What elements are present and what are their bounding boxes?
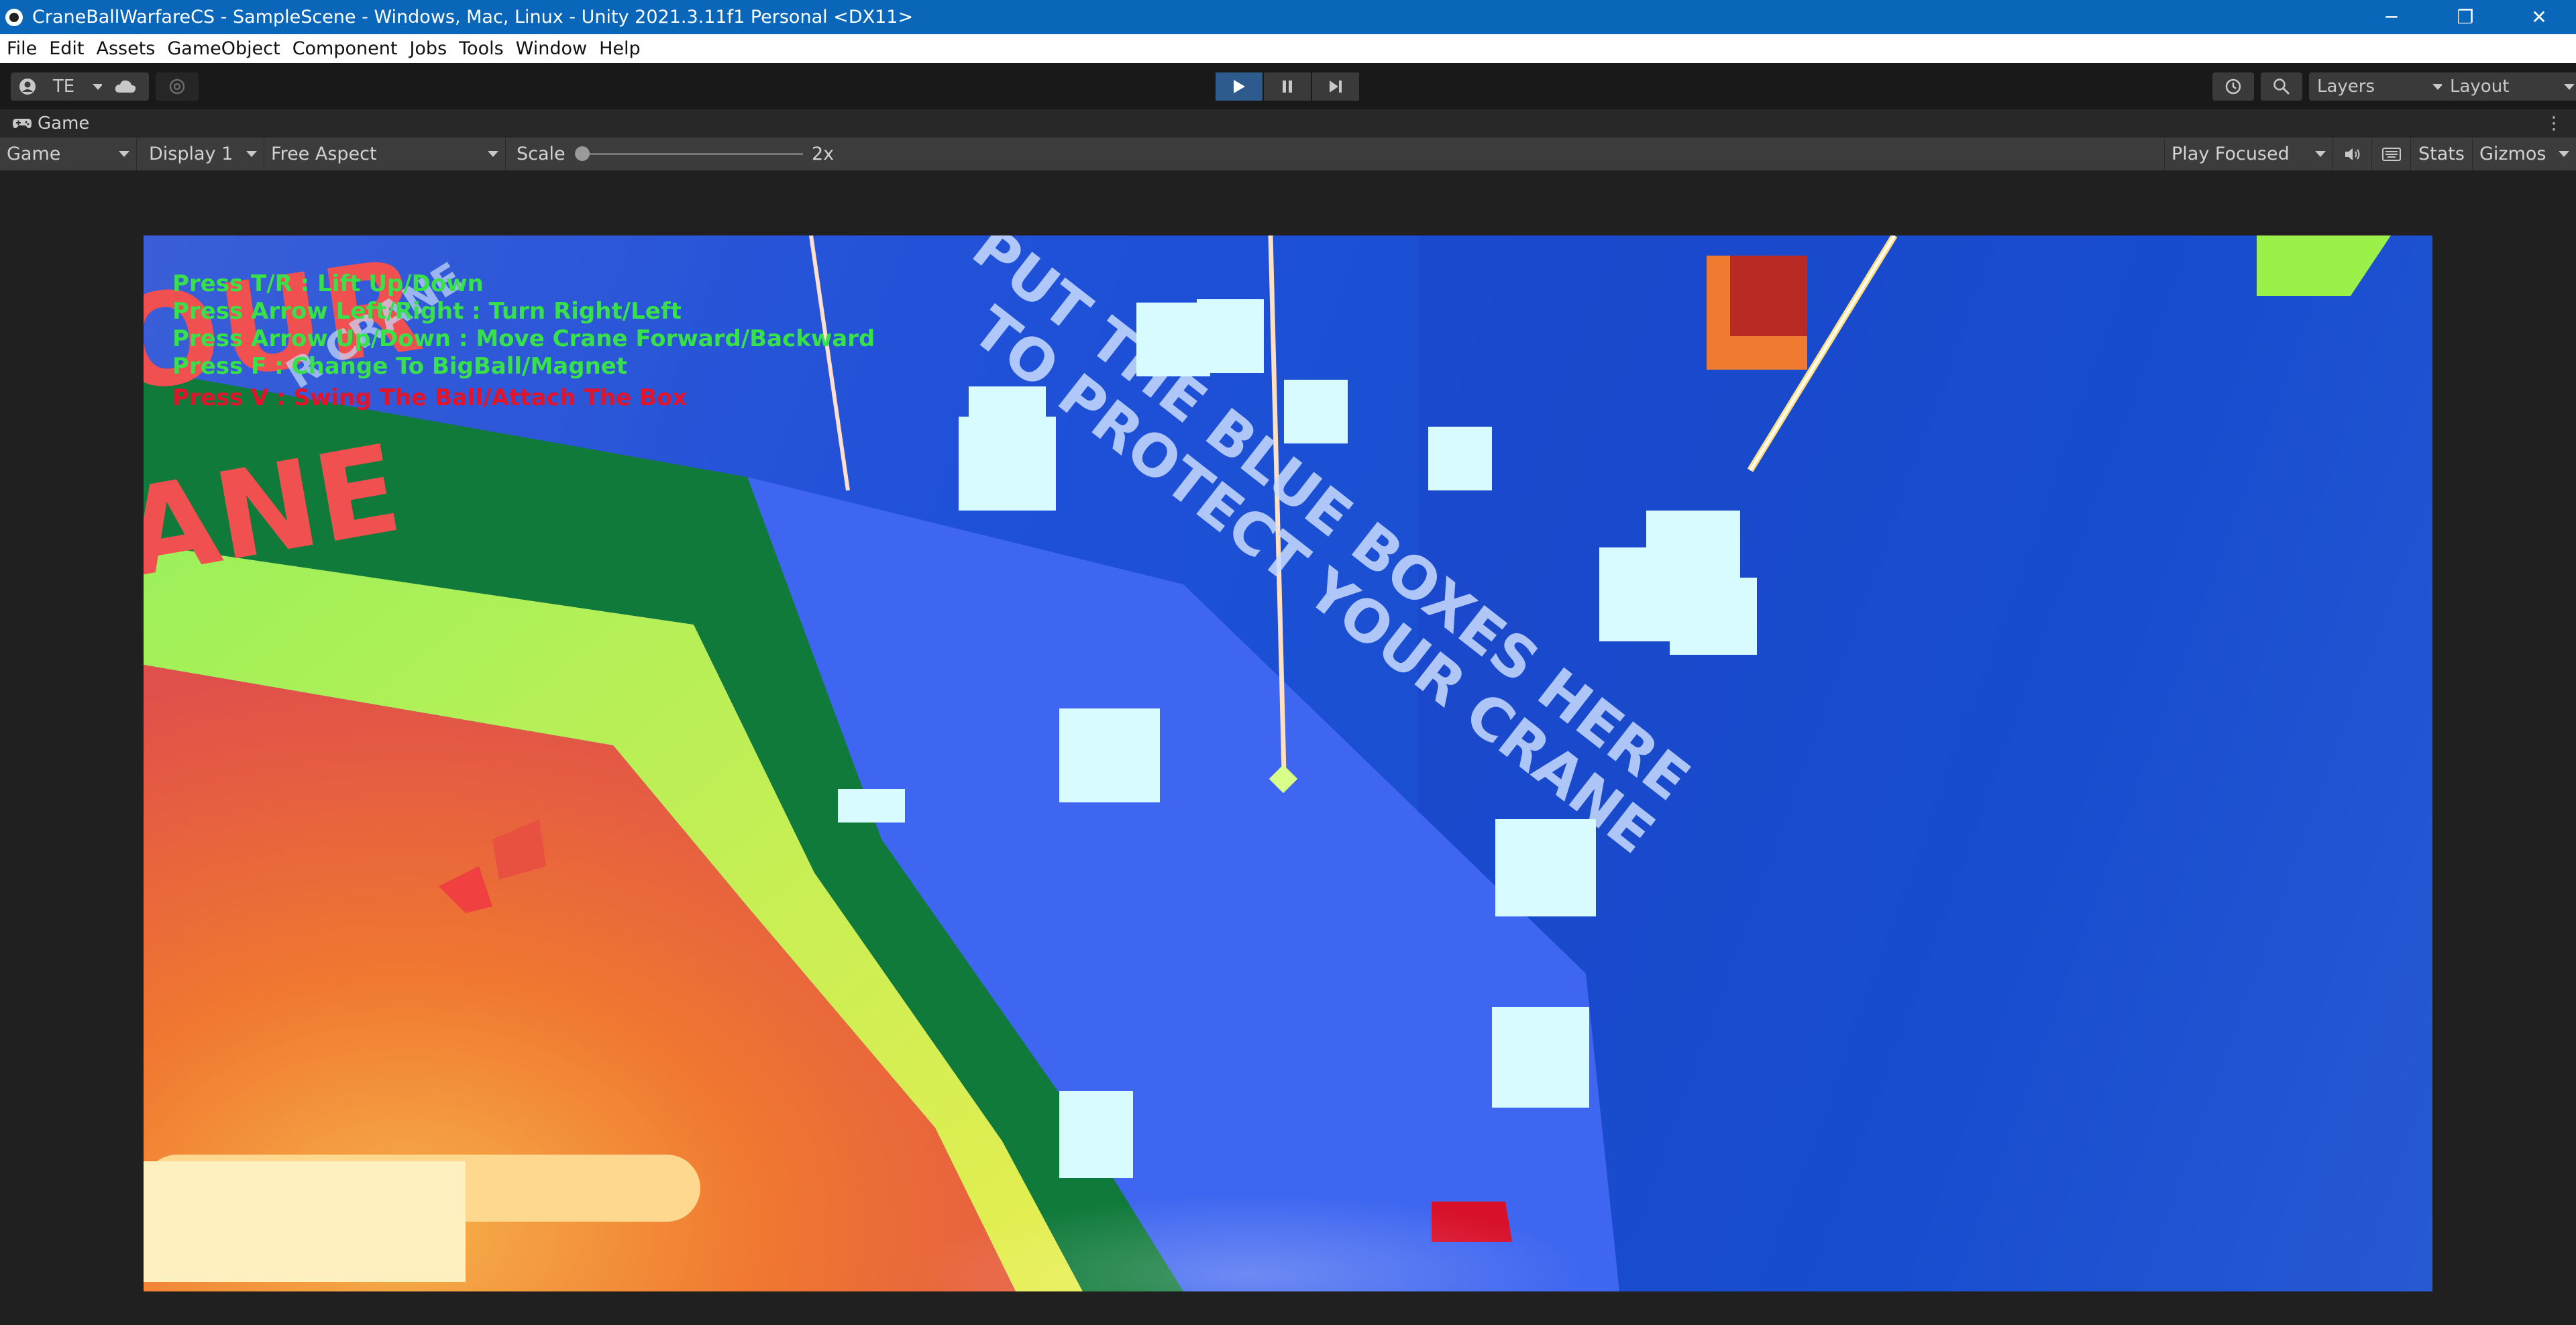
- gizmos-dropdown[interactable]: Gizmos: [2473, 138, 2576, 170]
- mute-audio-button[interactable]: [2333, 138, 2372, 170]
- window-controls: ─ ❐ ✕: [2355, 0, 2576, 34]
- chevron-down-icon: [2315, 151, 2326, 157]
- layers-dropdown[interactable]: Layers: [2309, 72, 2451, 101]
- layout-dropdown[interactable]: Layout: [2442, 72, 2576, 101]
- shortcuts-button[interactable]: [2372, 138, 2411, 170]
- box: [1495, 819, 1596, 916]
- history-icon: [2225, 78, 2241, 95]
- red-cube-face: [1730, 256, 1807, 336]
- search-button[interactable]: [2261, 72, 2302, 101]
- box: [1428, 427, 1492, 490]
- speaker-icon: [2345, 148, 2359, 160]
- menu-jobs[interactable]: Jobs: [409, 38, 447, 59]
- chevron-down-icon: [119, 151, 129, 157]
- window-title: CraneBallWarfareCS - SampleScene - Windo…: [32, 7, 914, 28]
- play-mode-select[interactable]: Play Focused: [2164, 138, 2333, 170]
- menu-component[interactable]: Component: [292, 38, 398, 59]
- step-icon: [1330, 81, 1342, 93]
- playback-controls: [1216, 72, 1359, 101]
- menu-help[interactable]: Help: [599, 38, 641, 59]
- box: [838, 789, 905, 823]
- more-options-icon[interactable]: ⋮: [2545, 113, 2563, 134]
- box: [959, 417, 1056, 511]
- step-button[interactable]: [1312, 72, 1359, 101]
- crane-cable: [809, 235, 850, 491]
- scale-label: Scale: [517, 144, 566, 164]
- play-button[interactable]: [1216, 72, 1263, 101]
- box: [1284, 380, 1348, 443]
- aspect-select-label: Free Aspect: [271, 144, 377, 164]
- stats-button[interactable]: Stats: [2411, 138, 2473, 170]
- box: [1059, 1091, 1133, 1178]
- hud-line: Press T/R : Lift Up/Down: [172, 270, 484, 297]
- gamepad-icon: [13, 119, 32, 129]
- hud-line: Press Arrow Up/Down : Move Crane Forward…: [172, 325, 875, 352]
- chevron-down-icon: [246, 151, 257, 157]
- box: [1670, 578, 1757, 655]
- menu-tools[interactable]: Tools: [459, 38, 504, 59]
- restore-button[interactable]: ❐: [2428, 0, 2502, 34]
- menu-bar: File Edit Assets GameObject Component Jo…: [0, 34, 2576, 63]
- chevron-down-icon: [488, 151, 498, 157]
- undo-history-button[interactable]: [2212, 72, 2254, 101]
- collab-button[interactable]: [156, 72, 199, 101]
- close-button[interactable]: ✕: [2502, 0, 2576, 34]
- scale-slider-handle[interactable]: [575, 146, 590, 161]
- account-dropdown[interactable]: TE: [11, 72, 111, 101]
- window-title-bar: CraneBallWarfareCS - SampleScene - Windo…: [0, 0, 2576, 34]
- game-viewport[interactable]: PUT THE BLUE BOXES HERE TO PROTECT YOUR …: [144, 235, 2432, 1291]
- aspect-select[interactable]: Free Aspect: [264, 138, 506, 170]
- unity-logo-icon: [5, 8, 23, 26]
- menu-assets[interactable]: Assets: [96, 38, 155, 59]
- scale-slider-track[interactable]: [582, 153, 803, 155]
- stats-label: Stats: [2418, 144, 2465, 164]
- menu-edit[interactable]: Edit: [49, 38, 84, 59]
- scale-value: 2x: [812, 144, 835, 164]
- display-select-label: Display 1: [149, 144, 233, 164]
- play-icon: [1234, 80, 1245, 93]
- view-select[interactable]: Game: [0, 138, 137, 170]
- box: [1492, 1007, 1589, 1108]
- menu-gameobject[interactable]: GameObject: [167, 38, 280, 59]
- chevron-down-icon: [2564, 83, 2575, 90]
- chevron-down-icon: [2559, 151, 2569, 157]
- keyboard-icon: [2381, 147, 2401, 161]
- main-toolbar: TE Layers Layout: [0, 63, 2576, 109]
- crane-base: [144, 1161, 466, 1282]
- play-mode-label: Play Focused: [2171, 144, 2290, 164]
- hud-line: Press V : Swing The Ball/Attach The Box: [172, 384, 687, 411]
- box: [1197, 299, 1264, 373]
- tab-bar: Game ⋮: [0, 109, 2576, 138]
- game-view-toolbar: Game Display 1 Free Aspect Scale 2x Play…: [0, 138, 2576, 170]
- layers-label: Layers: [2317, 76, 2375, 97]
- collab-icon: [169, 78, 185, 95]
- pause-icon: [1283, 81, 1292, 93]
- layout-label: Layout: [2450, 76, 2510, 97]
- account-icon: [19, 78, 36, 95]
- display-select[interactable]: Display 1: [142, 138, 264, 170]
- menu-window[interactable]: Window: [516, 38, 587, 59]
- cloud-button[interactable]: [102, 72, 149, 101]
- tab-game[interactable]: Game: [12, 113, 89, 134]
- gizmos-label: Gizmos: [2479, 144, 2546, 164]
- hud-line: Press F : Change To BigBall/Magnet: [172, 353, 628, 380]
- search-icon: [2273, 78, 2290, 95]
- menu-file[interactable]: File: [7, 38, 37, 59]
- box: [1059, 708, 1160, 802]
- cloud-icon: [115, 80, 136, 93]
- hud-line: Press Arrow Left/Right : Turn Right/Left: [172, 298, 682, 325]
- account-label: TE: [52, 76, 75, 97]
- tab-game-label: Game: [38, 113, 90, 134]
- view-select-label: Game: [7, 144, 61, 164]
- minimize-button[interactable]: ─: [2355, 0, 2428, 34]
- pause-button[interactable]: [1264, 72, 1311, 101]
